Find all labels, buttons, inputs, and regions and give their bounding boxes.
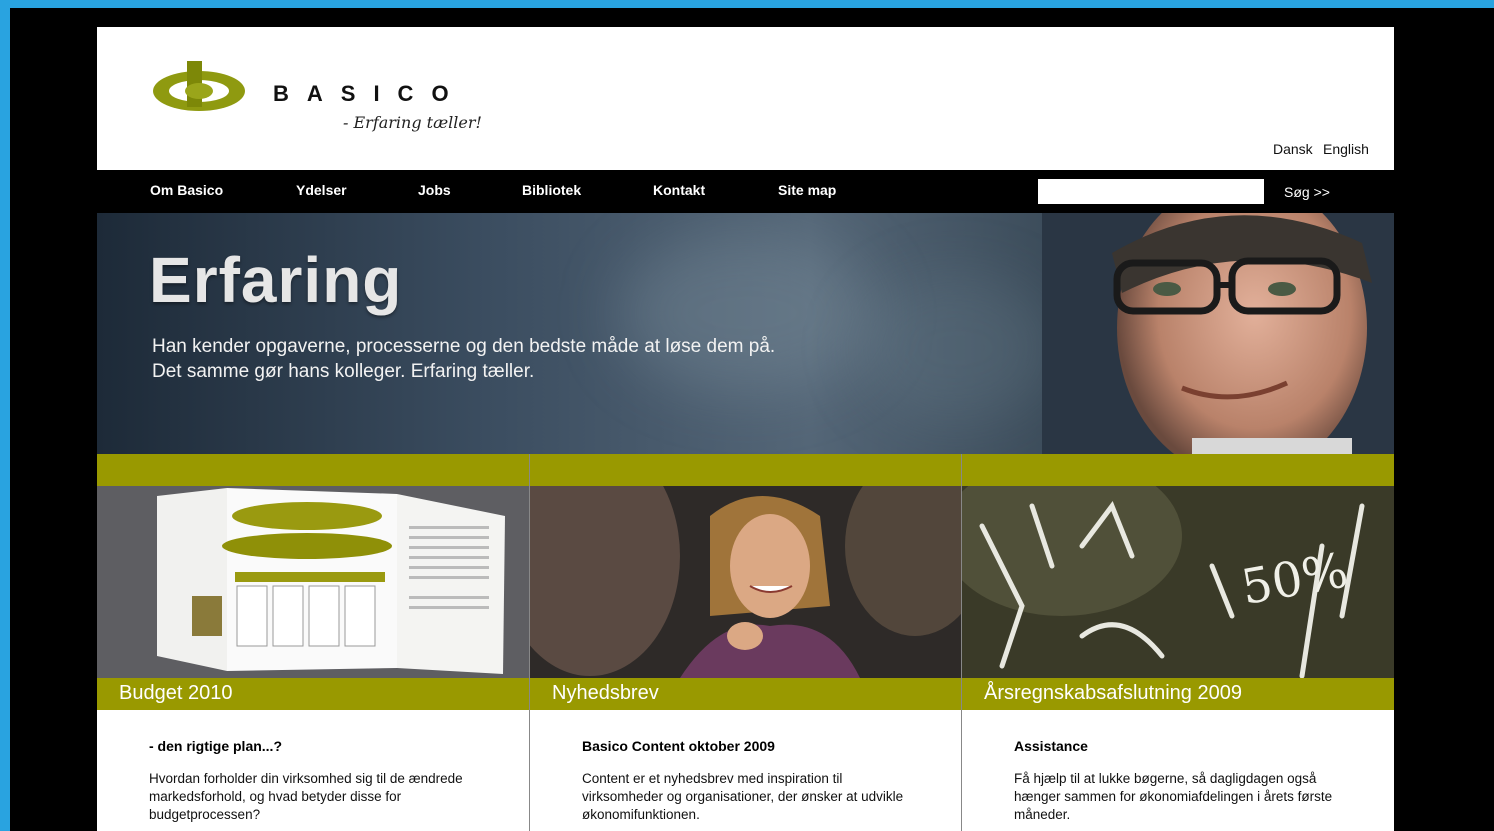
brand-tagline: - Erfaring tæller! bbox=[343, 113, 482, 132]
hero-text-line-2: Det samme gør hans kolleger. Erfaring tæ… bbox=[152, 361, 535, 382]
smiling-woman-image bbox=[530, 486, 962, 678]
search-input[interactable] bbox=[1038, 179, 1264, 204]
nav-item-bibliotek[interactable]: Bibliotek bbox=[522, 182, 581, 198]
browser-frame-top bbox=[0, 0, 1494, 8]
nav-item-kontakt[interactable]: Kontakt bbox=[653, 182, 705, 198]
hero-text-line-1: Han kender opgaverne, processerne og den… bbox=[152, 336, 776, 357]
column-divider bbox=[961, 454, 962, 831]
language-english-link[interactable]: English bbox=[1323, 141, 1369, 157]
teaser-nyhedsbrev[interactable]: Nyhedsbrev Basico Content oktober 2009 C… bbox=[530, 454, 962, 831]
chalkboard-image: 50% bbox=[962, 486, 1394, 678]
search-button[interactable]: Søg >> bbox=[1284, 184, 1330, 200]
teaser-text: Content er et nyhedsbrev med inspiration… bbox=[582, 771, 904, 822]
teaser-budget[interactable]: Budget 2010 - den rigtige plan...? Hvord… bbox=[97, 454, 529, 831]
language-dansk-link[interactable]: Dansk bbox=[1273, 141, 1313, 157]
teaser-heading: - den rigtige plan...? bbox=[149, 738, 282, 754]
browser-frame-left bbox=[0, 0, 10, 831]
column-divider bbox=[529, 454, 530, 831]
main-nav: Om Basico Ydelser Jobs Bibliotek Kontakt… bbox=[97, 170, 1394, 213]
teaser-heading: Assistance bbox=[1014, 738, 1088, 754]
basico-logo-icon[interactable] bbox=[149, 57, 249, 117]
hero-banner: Erfaring Han kender opgaverne, processer… bbox=[97, 213, 1394, 454]
budget-brochure-image bbox=[97, 486, 529, 678]
brand-name: BASICO bbox=[273, 81, 467, 106]
teaser-text: Få hjælp til at lukke bøgerne, så daglig… bbox=[1014, 771, 1333, 822]
nav-item-ydelser[interactable]: Ydelser bbox=[296, 182, 347, 198]
teaser-title[interactable]: Budget 2010 bbox=[119, 682, 232, 705]
header: BASICO - Erfaring tæller! Dansk English bbox=[97, 27, 1394, 170]
page: BASICO - Erfaring tæller! Dansk English … bbox=[97, 27, 1394, 831]
teaser-heading: Basico Content oktober 2009 bbox=[582, 738, 775, 754]
teaser-title[interactable]: Årsregnskabsafslutning 2009 bbox=[984, 682, 1242, 705]
man-portrait-image bbox=[1042, 213, 1394, 454]
teaser-title[interactable]: Nyhedsbrev bbox=[552, 682, 659, 705]
teaser-aarsregnskab[interactable]: 50% Årsregnskabsafslutning 2009 Assistan… bbox=[962, 454, 1394, 831]
nav-item-site-map[interactable]: Site map bbox=[778, 182, 836, 198]
nav-item-jobs[interactable]: Jobs bbox=[418, 182, 451, 198]
hero-title: Erfaring bbox=[149, 244, 403, 316]
teaser-text: Hvordan forholder din virksomhed sig til… bbox=[149, 771, 463, 822]
nav-item-om-basico[interactable]: Om Basico bbox=[150, 182, 223, 198]
